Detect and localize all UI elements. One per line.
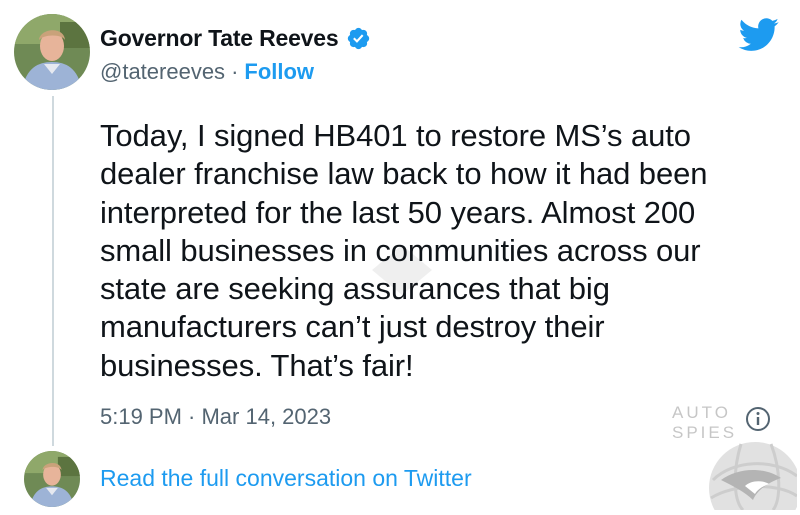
thread-connector-line xyxy=(52,96,54,446)
handle[interactable]: @tatereeves xyxy=(100,59,225,85)
tweet-text: Today, I signed HB401 to restore MS’s au… xyxy=(100,118,708,383)
twitter-bird-icon[interactable] xyxy=(738,18,780,52)
display-name[interactable]: Governor Tate Reeves xyxy=(100,25,339,52)
tweet-header: Governor Tate Reeves @tatereeves · Follo… xyxy=(100,22,371,85)
profile-avatar[interactable] xyxy=(14,14,90,90)
verified-badge-icon xyxy=(346,26,371,51)
avatar-photo xyxy=(14,14,90,90)
conversation-avatar[interactable] xyxy=(24,451,80,507)
read-full-conversation-link[interactable]: Read the full conversation on Twitter xyxy=(100,465,472,492)
avatar-photo xyxy=(24,451,80,507)
follow-button[interactable]: Follow xyxy=(244,59,314,85)
tweet-timestamp[interactable]: 5:19 PM · Mar 14, 2023 xyxy=(100,404,331,430)
separator: · xyxy=(231,59,239,84)
info-icon[interactable] xyxy=(743,404,773,434)
